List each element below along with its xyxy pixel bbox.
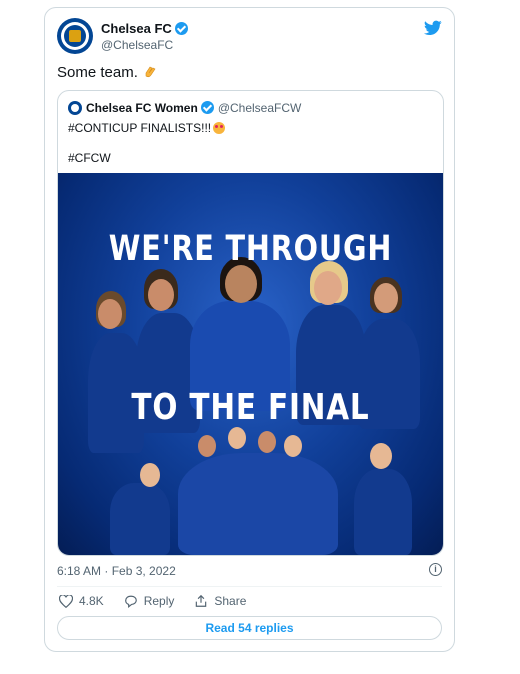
divider	[57, 586, 442, 587]
clap-icon	[142, 64, 158, 81]
tweet-card: Chelsea FC @ChelseaFC Some team. Chelsea…	[44, 7, 455, 652]
quoted-text-line1: #CONTICUP FINALISTS!!!	[68, 121, 226, 135]
quoted-author[interactable]: Chelsea FC Women @ChelseaFCW	[86, 101, 301, 115]
reply-button[interactable]: Reply	[124, 594, 174, 608]
crest-icon	[61, 22, 89, 50]
tweet-text: Some team.	[57, 64, 158, 81]
info-icon[interactable]: i	[429, 563, 442, 576]
share-button[interactable]: Share	[194, 594, 246, 608]
quoted-avatar[interactable]	[68, 101, 82, 115]
chelsea-avatar[interactable]	[57, 18, 93, 54]
share-icon	[196, 594, 207, 607]
author-name[interactable]: Chelsea FC	[101, 21, 188, 36]
reply-icon	[124, 595, 137, 608]
quoted-image[interactable]: WE'RE THROUGH TO THE FINAL	[58, 173, 443, 555]
twitter-bird-icon[interactable]	[424, 20, 442, 36]
read-replies-button[interactable]: Read 54 replies	[57, 616, 442, 640]
quoted-hashtag[interactable]: #CFCW	[68, 151, 111, 165]
action-bar: 4.8K Reply Share	[59, 594, 266, 608]
poster-headline-1: WE'RE THROUGH	[108, 229, 393, 269]
verified-icon	[174, 22, 188, 35]
like-button[interactable]: 4.8K	[59, 594, 104, 608]
poster-headline-2: TO THE FINAL	[131, 387, 370, 428]
heart-icon	[59, 594, 73, 608]
author-handle[interactable]: @ChelseaFC	[101, 38, 173, 52]
timestamp[interactable]: 6:18 AM · Feb 3, 2022	[57, 564, 176, 578]
star-struck-emoji-icon	[213, 122, 226, 134]
quoted-tweet[interactable]: Chelsea FC Women @ChelseaFCW #CONTICUP FI…	[57, 90, 444, 556]
verified-icon	[200, 101, 214, 114]
